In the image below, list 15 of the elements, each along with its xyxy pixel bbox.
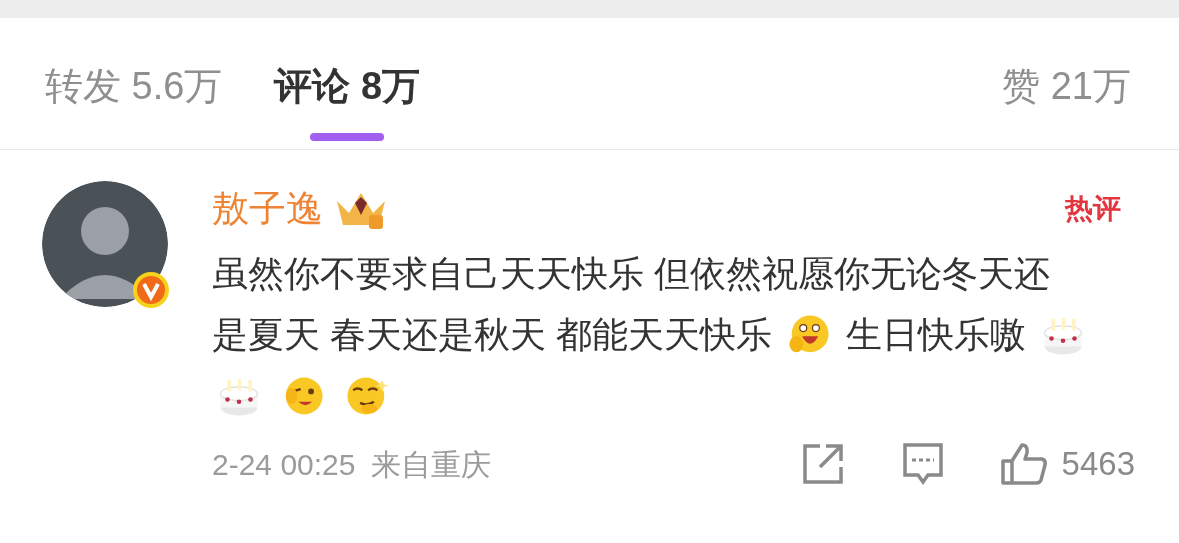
tab[interactable]: 转发 5.6万 [45, 18, 223, 149]
thumbs-up-icon[interactable] [999, 442, 1048, 486]
hot-comment-label: 热评 [1063, 192, 1122, 226]
comment-text: 是夏天 春天还是秋天 都能天天快乐 [212, 312, 772, 357]
avatar[interactable] [42, 181, 168, 307]
tab[interactable]: 赞 21万 [1002, 18, 1131, 149]
author-name[interactable]: 敖子逸 [212, 181, 323, 237]
tab[interactable]: 评论 8万 [274, 18, 421, 149]
comment-icon[interactable] [901, 442, 944, 486]
comment-text: 生日快乐嗷 [846, 312, 1026, 357]
comment-location: 来自重庆 [371, 446, 492, 483]
like-count: 5463 [1061, 444, 1135, 485]
comment-time: 2-24 00:25 [212, 446, 356, 483]
comment-text: 虽然你不要求自己天天快乐 但依然祝愿你无论冬天还 [212, 251, 1050, 296]
share-icon[interactable] [801, 443, 844, 485]
